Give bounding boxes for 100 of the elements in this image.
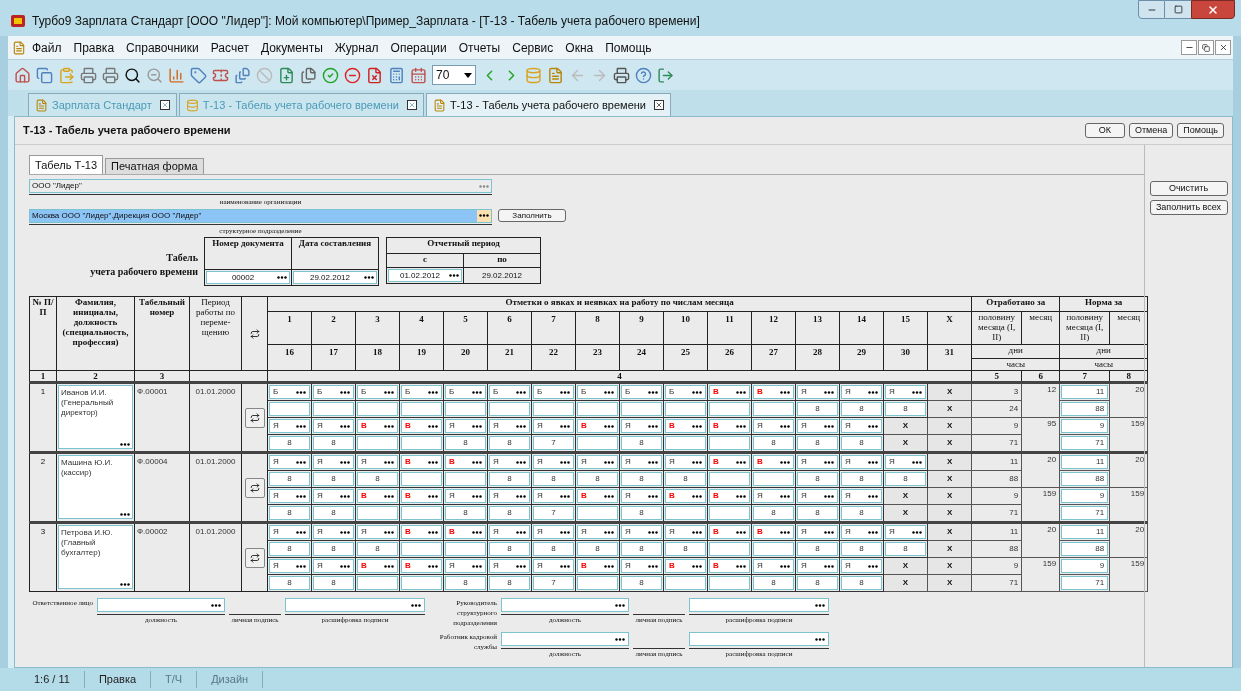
code-field[interactable]: Я (489, 489, 530, 503)
name-field[interactable]: Машина Ю.И. (кассир) (58, 455, 133, 519)
hours-field[interactable] (709, 402, 750, 416)
number-field[interactable]: 11 (1061, 525, 1109, 539)
form-tab[interactable]: Табель Т-13 (29, 155, 104, 174)
ellipsis-icon[interactable] (604, 494, 614, 498)
hours-field[interactable] (401, 472, 442, 486)
code-field[interactable]: Я (269, 489, 310, 503)
number-field[interactable]: 9 (1061, 559, 1109, 573)
code-field[interactable]: Я (621, 489, 662, 503)
code-field[interactable]: Я (445, 419, 486, 433)
ellipsis-icon[interactable] (120, 583, 130, 586)
minus-icon[interactable] (344, 66, 361, 84)
code-field[interactable]: Я (797, 455, 838, 469)
hours-field[interactable]: 8 (577, 542, 618, 556)
ellipsis-icon[interactable] (815, 603, 825, 607)
ellipsis-icon[interactable] (560, 494, 570, 498)
ellipsis-icon[interactable] (824, 494, 834, 498)
hours-field[interactable] (665, 576, 706, 590)
number-field[interactable]: 11 (1061, 455, 1109, 469)
number-field[interactable]: 71 (1061, 436, 1109, 450)
form-tab[interactable]: Печатная форма (105, 158, 204, 174)
code-field[interactable]: В (709, 455, 750, 469)
delete-document-icon[interactable] (366, 66, 383, 84)
code-field[interactable]: Б (533, 385, 574, 399)
ellipsis-icon[interactable] (428, 390, 438, 394)
hours-field[interactable]: 8 (797, 436, 838, 450)
ellipsis-icon[interactable] (692, 390, 702, 394)
code-field[interactable]: Б (401, 385, 442, 399)
hours-field[interactable]: 8 (269, 506, 310, 520)
hours-field[interactable] (577, 402, 618, 416)
hours-field[interactable]: 7 (533, 576, 574, 590)
hours-field[interactable] (709, 472, 750, 486)
code-field[interactable]: Б (445, 385, 486, 399)
ellipsis-icon[interactable] (384, 494, 394, 498)
hours-field[interactable]: 8 (797, 472, 838, 486)
code-field[interactable]: В (357, 419, 398, 433)
ellipsis-icon[interactable] (648, 530, 658, 534)
ellipsis-icon[interactable] (868, 494, 878, 498)
print-preview-icon[interactable] (80, 66, 97, 84)
hours-field[interactable]: 8 (797, 402, 838, 416)
ellipsis-icon[interactable] (692, 530, 702, 534)
bar-chart-icon[interactable] (168, 66, 185, 84)
hours-field[interactable] (577, 576, 618, 590)
ellipsis-icon[interactable] (340, 424, 350, 428)
close-button[interactable] (1191, 0, 1235, 19)
code-field[interactable]: Я (841, 419, 882, 433)
ellipsis-icon[interactable] (472, 424, 482, 428)
hours-field[interactable]: 8 (357, 472, 398, 486)
close-icon[interactable] (406, 100, 417, 110)
ellipsis-icon[interactable] (560, 424, 570, 428)
ellipsis-icon[interactable] (912, 460, 922, 464)
code-field[interactable]: Я (313, 489, 354, 503)
number-field[interactable]: 71 (1061, 506, 1109, 520)
hours-field[interactable] (577, 506, 618, 520)
ellipsis-icon[interactable] (340, 530, 350, 534)
hours-field[interactable]: 8 (621, 472, 662, 486)
code-field[interactable]: В (709, 489, 750, 503)
code-field[interactable]: Я (841, 525, 882, 539)
ellipsis-icon[interactable] (780, 424, 790, 428)
transfer-button[interactable] (244, 477, 265, 498)
ellipsis-icon[interactable] (736, 530, 746, 534)
help-icon[interactable] (635, 66, 652, 84)
ellipsis-icon[interactable] (277, 276, 287, 279)
hours-field[interactable]: 7 (533, 436, 574, 450)
code-field[interactable]: Я (621, 455, 662, 469)
hours-field[interactable] (357, 402, 398, 416)
transfer-button[interactable] (244, 547, 265, 568)
code-field[interactable]: Б (621, 385, 662, 399)
code-field[interactable]: Я (753, 419, 794, 433)
ellipsis-icon[interactable] (560, 390, 570, 394)
ellipsis-icon[interactable] (384, 424, 394, 428)
ellipsis-icon[interactable] (560, 460, 570, 464)
calendar-icon[interactable] (410, 66, 427, 84)
ellipsis-icon[interactable] (516, 564, 526, 568)
code-field[interactable]: Я (753, 559, 794, 573)
hours-field[interactable] (445, 472, 486, 486)
hours-field[interactable]: 8 (885, 472, 926, 486)
hours-field[interactable]: 8 (577, 472, 618, 486)
hours-field[interactable]: 8 (489, 576, 530, 590)
ellipsis-icon[interactable] (736, 390, 746, 394)
number-field[interactable]: 9 (1061, 489, 1109, 503)
ellipsis-icon[interactable] (411, 603, 421, 607)
hours-field[interactable] (533, 402, 574, 416)
ellipsis-icon[interactable] (120, 513, 130, 516)
position-field[interactable] (97, 598, 225, 612)
ellipsis-icon[interactable] (428, 494, 438, 498)
code-field[interactable]: Я (313, 559, 354, 573)
ellipsis-icon[interactable] (604, 424, 614, 428)
ellipsis-icon[interactable] (516, 494, 526, 498)
ellipsis-icon[interactable] (472, 494, 482, 498)
menu-item[interactable]: Сервис (506, 38, 560, 57)
ellipsis-icon[interactable] (824, 530, 834, 534)
menu-item[interactable]: Окна (559, 38, 600, 57)
ellipsis-icon[interactable] (472, 564, 482, 568)
ellipsis-icon[interactable] (340, 460, 350, 464)
dialog-button[interactable]: Отмена (1128, 123, 1174, 138)
hours-field[interactable]: 8 (797, 576, 838, 590)
documents-icon[interactable] (234, 66, 251, 84)
code-field[interactable]: Я (665, 525, 706, 539)
